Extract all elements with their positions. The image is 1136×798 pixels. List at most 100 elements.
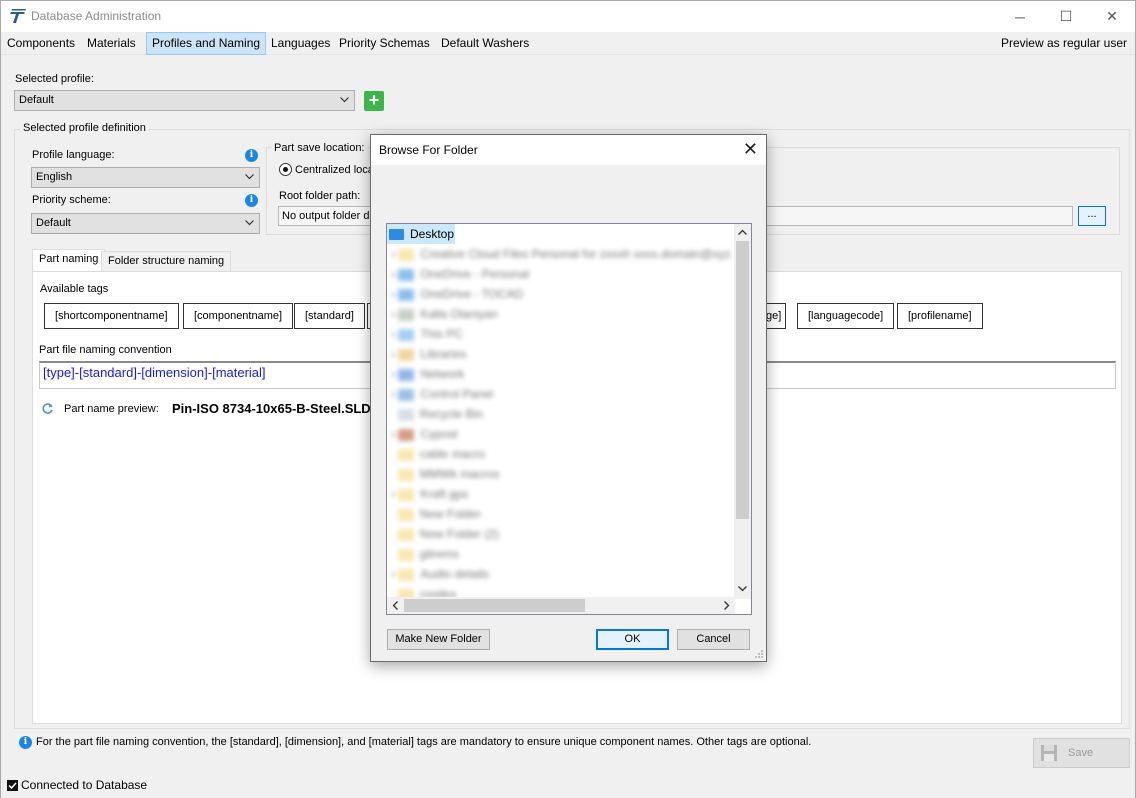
tree-item[interactable]: MMWk macros bbox=[391, 464, 739, 484]
scroll-up-icon[interactable] bbox=[738, 229, 747, 235]
tree-item[interactable]: › Control Panel bbox=[391, 384, 739, 404]
make-new-folder-button[interactable]: Make New Folder bbox=[387, 629, 490, 650]
tree-item[interactable]: › Creative Cloud Files Personal for zxxx… bbox=[391, 244, 739, 264]
tree-item[interactable]: › Kraft gps bbox=[391, 484, 739, 504]
menu-languages[interactable]: Languages bbox=[266, 32, 335, 55]
tree-item-label: gitrems bbox=[419, 547, 460, 561]
vertical-scrollbar[interactable] bbox=[734, 224, 751, 599]
selected-profile-dropdown[interactable]: Default bbox=[14, 90, 355, 111]
horizontal-scroll-thumb[interactable] bbox=[404, 599, 585, 612]
tree-item[interactable]: › OneDrive - TOCAD bbox=[391, 284, 739, 304]
tag-languagecode-button[interactable]: [languagecode] bbox=[797, 303, 895, 329]
menu-default-washers[interactable]: Default Washers bbox=[436, 32, 534, 55]
app-logo-icon bbox=[10, 9, 26, 23]
vertical-scroll-thumb[interactable] bbox=[736, 241, 749, 519]
menu-materials[interactable]: Materials bbox=[82, 32, 141, 55]
folder-icon bbox=[397, 548, 414, 561]
info-icon[interactable]: i bbox=[245, 194, 258, 207]
tree-item-label: Kraft gps bbox=[420, 487, 469, 501]
app-icon bbox=[398, 428, 415, 441]
profile-language-label: Profile language: bbox=[32, 149, 115, 161]
profile-language-dropdown[interactable]: English bbox=[31, 167, 260, 188]
tree-item-label: Control Panel bbox=[420, 387, 494, 401]
tree-item-label: Cypost bbox=[420, 427, 458, 441]
save-button-label: Save bbox=[1068, 747, 1094, 759]
resize-grip-icon[interactable] bbox=[754, 649, 764, 659]
scroll-down-icon[interactable] bbox=[738, 586, 747, 592]
connected-checkbox[interactable] bbox=[7, 780, 18, 791]
horizontal-scrollbar[interactable] bbox=[387, 597, 735, 614]
tag-standard-button[interactable]: [standard] bbox=[294, 303, 365, 329]
tree-item[interactable]: › Audio details bbox=[391, 564, 739, 584]
tree-item[interactable]: gitrems bbox=[391, 544, 739, 564]
tree-item-label: cable macro bbox=[419, 447, 486, 461]
title-bar: Database Administration ─ ☐ ✕ bbox=[1, 1, 1135, 32]
menu-components[interactable]: Components bbox=[2, 32, 80, 55]
dialog-title-bar: Browse For Folder ✕ bbox=[371, 135, 766, 165]
maximize-button[interactable]: ☐ bbox=[1043, 1, 1089, 32]
close-button[interactable]: ✕ bbox=[1089, 1, 1135, 32]
tree-item[interactable]: › Network bbox=[391, 364, 739, 384]
chevron-down-icon bbox=[245, 174, 254, 180]
chevron-down-icon bbox=[340, 97, 349, 103]
window-title: Database Administration bbox=[31, 9, 162, 23]
priority-scheme-dropdown[interactable]: Default bbox=[31, 213, 260, 234]
tree-item[interactable]: Recycle Bin bbox=[391, 404, 739, 424]
tab-part-naming[interactable]: Part naming bbox=[32, 249, 106, 272]
tree-item[interactable]: › Libraries bbox=[391, 344, 739, 364]
folder-icon bbox=[397, 468, 414, 481]
preview-as-regular-user-link[interactable]: Preview as regular user bbox=[1001, 32, 1127, 55]
centralized-radio[interactable] bbox=[279, 163, 292, 176]
tree-item-label: New Folder (2) bbox=[419, 527, 500, 541]
browse-folder-button[interactable]: ... bbox=[1078, 206, 1106, 226]
scroll-left-icon[interactable] bbox=[392, 601, 398, 610]
tree-item-desktop[interactable]: Desktop bbox=[387, 224, 455, 244]
tree-item[interactable]: New Folder (2) bbox=[391, 524, 739, 544]
tag-shortcomponentname-button[interactable]: [shortcomponentname] bbox=[44, 303, 179, 329]
desktop-icon bbox=[389, 229, 404, 241]
minimize-button[interactable]: ─ bbox=[997, 1, 1043, 32]
tag-componentname-button[interactable]: [componentname] bbox=[183, 303, 294, 329]
priority-scheme-value: Default bbox=[36, 217, 71, 229]
tab-folder-structure-naming[interactable]: Folder structure naming bbox=[101, 251, 232, 272]
floppy-disk-icon bbox=[1041, 745, 1057, 761]
menu-profiles-and-naming[interactable]: Profiles and Naming bbox=[146, 32, 267, 55]
selected-profile-label: Selected profile: bbox=[15, 73, 94, 85]
ok-button[interactable]: OK bbox=[596, 629, 669, 650]
menu-bar: Components Materials Profiles and Naming… bbox=[1, 32, 1135, 55]
folder-icon bbox=[398, 568, 415, 581]
tree-item-label: Libraries bbox=[420, 347, 467, 361]
tree-item[interactable]: New Folder bbox=[391, 504, 739, 524]
cloud-icon bbox=[398, 268, 415, 281]
scroll-right-icon[interactable] bbox=[724, 601, 730, 610]
tree-item[interactable]: › Kalla Olaniyan bbox=[391, 304, 739, 324]
checkmark-icon bbox=[8, 782, 17, 790]
tree-item-label: OneDrive - TOCAD bbox=[420, 287, 524, 301]
tree-item-label: Kalla Olaniyan bbox=[420, 307, 498, 321]
browse-for-folder-dialog: Browse For Folder ✕ Desktop › Creative C… bbox=[370, 134, 767, 662]
tree-item[interactable]: › This PC bbox=[391, 324, 739, 344]
tree-item[interactable]: › Cypost bbox=[391, 424, 739, 444]
save-button[interactable]: Save bbox=[1033, 738, 1130, 768]
tree-item[interactable]: › OneDrive - Personal bbox=[391, 264, 739, 284]
tree-item[interactable]: cable macro bbox=[391, 444, 739, 464]
folder-tree[interactable]: Desktop › Creative Cloud Files Personal … bbox=[386, 223, 752, 615]
refresh-icon[interactable] bbox=[41, 402, 54, 415]
add-profile-button[interactable]: + bbox=[364, 91, 384, 111]
network-icon bbox=[398, 368, 415, 381]
status-bar: Connected to Database bbox=[1, 774, 1135, 798]
info-icon[interactable]: i bbox=[245, 149, 258, 162]
tag-profilename-button[interactable]: [profilename] bbox=[897, 303, 983, 329]
tree-item-label: This PC bbox=[420, 327, 464, 341]
menu-priority-schemas[interactable]: Priority Schemas bbox=[334, 32, 435, 55]
profile-definition-title: Selected profile definition bbox=[20, 122, 149, 134]
tree-item-label: Network bbox=[420, 367, 465, 381]
root-folder-label: Root folder path: bbox=[279, 190, 361, 202]
part-save-location-label: Part save location: bbox=[271, 142, 368, 154]
dialog-close-button[interactable]: ✕ bbox=[743, 139, 758, 160]
cancel-button[interactable]: Cancel bbox=[677, 629, 750, 650]
chevron-down-icon bbox=[245, 220, 254, 226]
naming-convention-label: Part file naming convention bbox=[39, 344, 172, 356]
folder-icon bbox=[397, 448, 414, 461]
connection-status: Connected to Database bbox=[21, 778, 148, 792]
